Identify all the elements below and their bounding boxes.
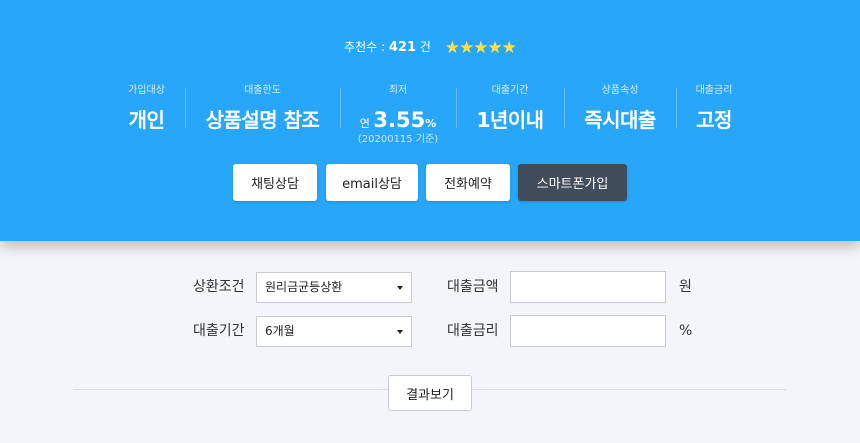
recommend-unit: 건 <box>416 40 431 54</box>
phone-reservation-button[interactable]: 전화예약 <box>426 164 510 201</box>
loan-amount-input[interactable] <box>510 271 666 303</box>
rating-stars-icon: ★★★★★ <box>444 37 517 58</box>
caret-down-icon <box>397 330 403 334</box>
chat-consult-button[interactable]: 채팅상담 <box>233 164 317 201</box>
email-consult-button[interactable]: email상담 <box>326 164 418 201</box>
repayment-select[interactable]: 원리금균등상환 <box>256 272 412 303</box>
stat-limit: 대출한도 상품설명 참조 <box>185 84 340 154</box>
stat-limit-label: 대출한도 <box>244 85 281 96</box>
recommend-label: 추천수 : <box>344 40 389 54</box>
interest-rate-label: 대출금리 <box>447 323 499 339</box>
rate-prefix: 연 <box>359 117 374 130</box>
product-stats: 가입대상 개인 대출한도 상품설명 참조 최저 연 3.55% (2020011… <box>108 84 752 154</box>
rate-number: 3.55 <box>373 108 426 132</box>
smartphone-signup-button[interactable]: 스마트폰가입 <box>518 164 627 201</box>
stat-target-label: 가입대상 <box>128 85 165 96</box>
stat-period-label: 대출기간 <box>491 85 529 96</box>
stat-rate-type-label: 대출금리 <box>695 85 733 96</box>
stat-attribute: 상품속성 즉시대출 <box>564 84 676 154</box>
stat-period: 대출기간 1년이내 <box>456 84 564 154</box>
rate-base-date: (20200115 기준) <box>357 134 439 145</box>
period-selected-value: 6개월 <box>265 324 295 338</box>
recommend-count: 421 <box>388 40 417 55</box>
product-summary-banner: 추천수 : 421 건 ★★★★★ 가입대상 개인 대출한도 상품설명 참조 최… <box>0 0 860 241</box>
stat-target: 가입대상 개인 <box>108 84 185 154</box>
stat-min-rate: 최저 연 3.55% (20200115 기준) <box>340 84 456 154</box>
stat-min-rate-label: 최저 <box>388 85 408 96</box>
loan-amount-label: 대출금액 <box>447 279 499 295</box>
view-result-button[interactable]: 결과보기 <box>388 375 472 411</box>
stat-attribute-label: 상품속성 <box>601 85 639 96</box>
interest-rate-unit: % <box>679 323 693 339</box>
period-label: 대출기간 <box>193 323 245 339</box>
rate-unit: % <box>425 117 437 130</box>
period-select[interactable]: 6개월 <box>256 316 412 347</box>
recommend-row: 추천수 : 421 건 ★★★★★ <box>0 38 860 57</box>
stat-rate-type: 대출금리 고정 <box>676 84 752 154</box>
interest-rate-input[interactable] <box>510 315 666 347</box>
stat-target-value: 개인 <box>128 108 165 132</box>
stat-period-value: 1년이내 <box>476 108 544 132</box>
action-buttons: 채팅상담 email상담 전화예약 스마트폰가입 <box>0 164 860 201</box>
stat-rate-type-value: 고정 <box>696 108 732 132</box>
caret-down-icon <box>397 286 403 290</box>
repayment-label: 상환조건 <box>193 279 245 295</box>
repayment-selected-value: 원리금균등상환 <box>265 280 343 294</box>
stat-limit-value: 상품설명 참조 <box>205 108 320 132</box>
stat-attribute-value: 즉시대출 <box>584 108 656 132</box>
loan-amount-unit: 원 <box>679 279 692 295</box>
